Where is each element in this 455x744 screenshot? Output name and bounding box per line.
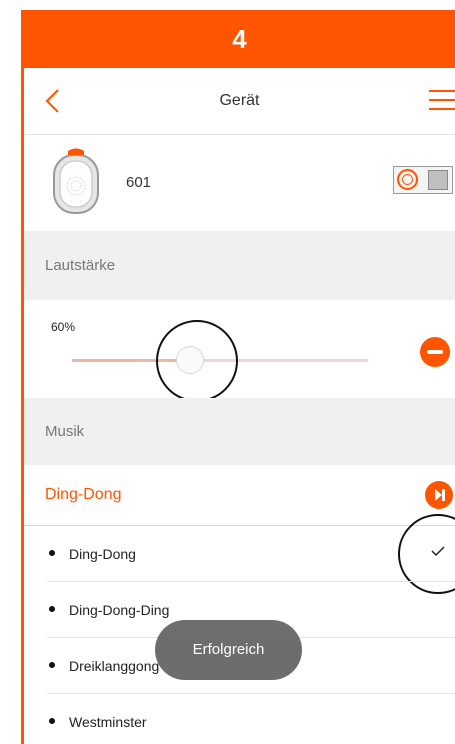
device-row: 601 [24, 135, 455, 232]
bullet-icon [49, 718, 55, 724]
tone-label: Ding-Dong-Ding [69, 602, 170, 618]
tone-label: Ding-Dong [69, 546, 136, 562]
bullet-icon [49, 662, 55, 668]
tone-list-item-westminster[interactable]: Westminster [24, 694, 455, 744]
volume-value: 60% [51, 320, 76, 334]
toggle-ring-icon [397, 169, 418, 190]
tap-highlight-circle [156, 320, 239, 402]
hamburger-menu-icon[interactable] [429, 90, 455, 112]
tone-label: Westminster [69, 714, 147, 730]
step-number-banner: 4 [24, 10, 455, 68]
page-title: Gerät [219, 92, 260, 109]
navigation-bar: Gerät [24, 68, 455, 135]
device-mode-toggle[interactable] [393, 166, 453, 194]
tone-label: Dreiklanggong [69, 658, 160, 674]
bullet-icon [49, 606, 55, 612]
selected-tone-label: Ding-Dong [45, 486, 122, 503]
tone-list-item-ding-dong[interactable]: Ding-Dong [24, 514, 455, 594]
device-name: 601 [126, 174, 152, 191]
play-skip-icon[interactable] [425, 481, 453, 509]
toggle-square-icon [428, 170, 448, 190]
bullet-icon [49, 550, 55, 556]
volume-section-header: Lautstärke [24, 231, 455, 300]
music-section-header: Musik [24, 398, 455, 465]
selected-tone-row[interactable]: Ding-Dong [24, 465, 455, 526]
doorbell-device-icon [53, 148, 99, 214]
minus-circle-icon[interactable] [420, 337, 450, 367]
volume-control: 60% [24, 300, 455, 402]
success-toast: Erfolgreich [155, 620, 302, 680]
